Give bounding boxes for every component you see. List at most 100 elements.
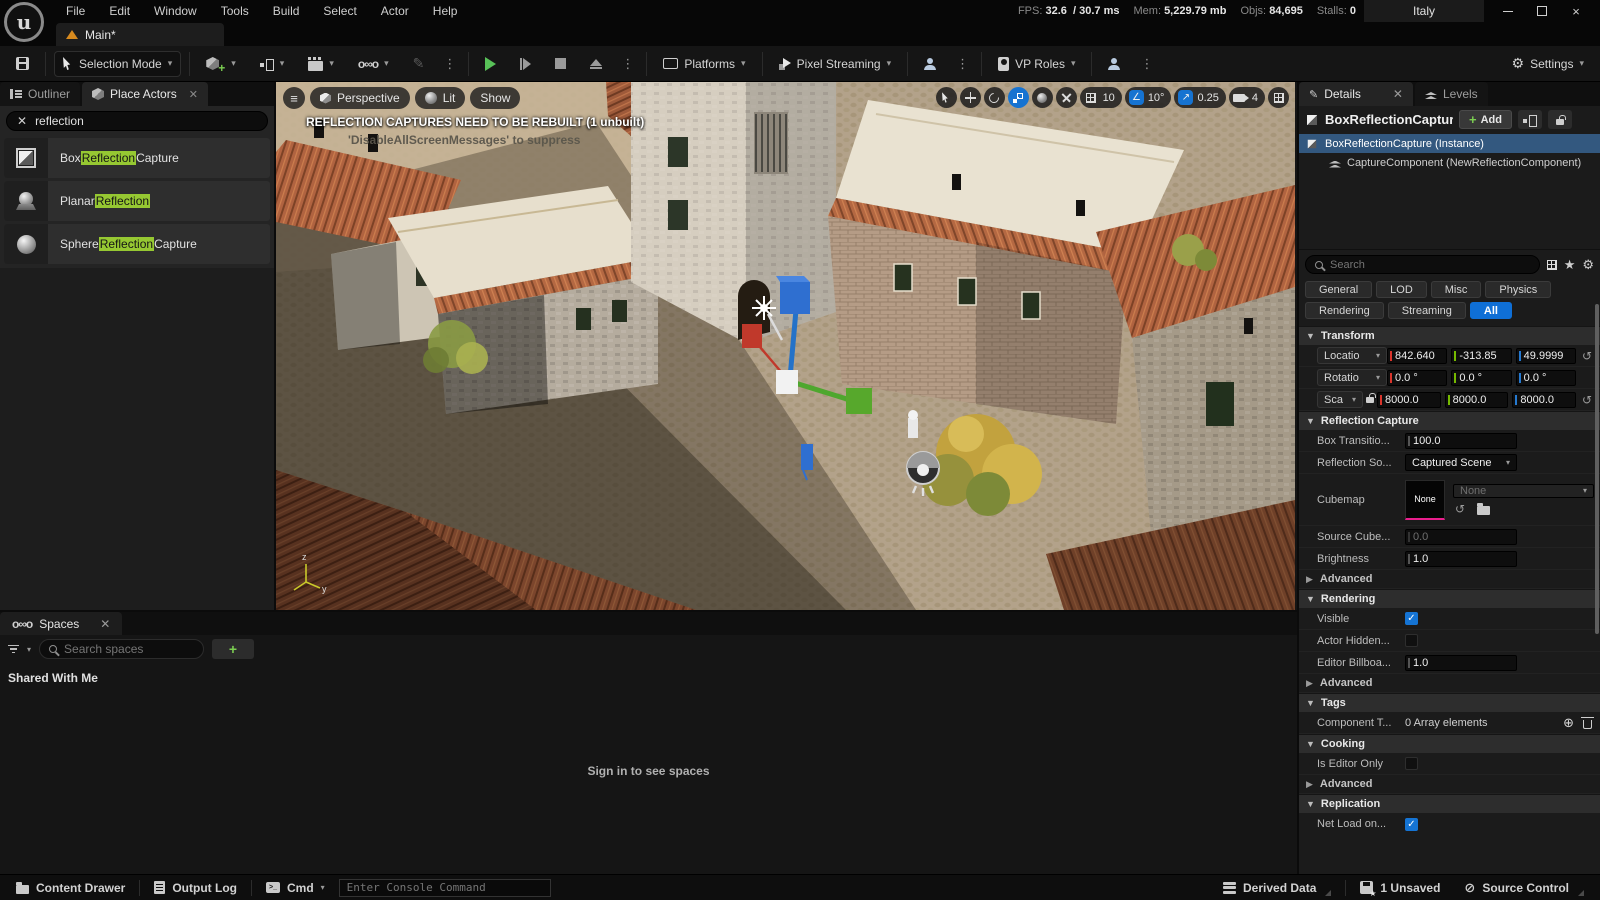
toolbar-overflow-menu[interactable]: ⋮ — [440, 56, 460, 72]
search-input[interactable] — [35, 114, 235, 128]
details-search-input[interactable] — [1330, 259, 1460, 271]
save-button[interactable] — [8, 51, 37, 77]
remote-session-options-menu[interactable]: ⋮ — [1137, 56, 1157, 72]
menu-help[interactable]: Help — [423, 2, 468, 20]
menu-edit[interactable]: Edit — [99, 2, 140, 20]
section-reflection-capture[interactable]: ▼Reflection Capture — [1299, 411, 1600, 430]
selection-mode-dropdown[interactable]: Selection Mode▾ — [54, 51, 181, 77]
display-options-icon[interactable] — [1547, 260, 1557, 270]
remote-session-button[interactable] — [1100, 51, 1129, 77]
multi-user-options-menu[interactable]: ⋮ — [953, 56, 973, 72]
output-log-button[interactable]: Output Log — [144, 875, 247, 900]
location-y-field[interactable]: -313.85 — [1451, 348, 1511, 364]
cinematics-dropdown[interactable]: ▾ — [300, 51, 342, 77]
filter-chevron-icon[interactable]: ▾ — [27, 645, 31, 654]
section-rendering[interactable]: ▼Rendering — [1299, 589, 1600, 608]
brightness-field[interactable]: 1.0 — [1405, 551, 1517, 567]
close-button[interactable]: × — [1562, 2, 1590, 20]
filter-icon[interactable] — [8, 645, 19, 654]
place-actors-search[interactable]: ✕ — [6, 111, 268, 131]
section-tags[interactable]: ▼Tags — [1299, 693, 1600, 712]
blueprint-convert-button[interactable] — [1518, 110, 1542, 129]
show-dropdown[interactable]: Show — [470, 87, 520, 109]
stop-button[interactable] — [547, 51, 574, 77]
play-options-menu[interactable]: ⋮ — [618, 56, 638, 72]
scale-snap-control[interactable]: ↗0.25 — [1174, 87, 1225, 108]
unsaved-button[interactable]: 1 Unsaved — [1350, 875, 1450, 900]
unreal-logo-icon[interactable]: u — [4, 2, 44, 42]
details-scrollbar[interactable] — [1595, 304, 1599, 634]
project-name-tab[interactable]: Italy — [1364, 0, 1484, 22]
rotation-snap-control[interactable]: ∠10° — [1125, 87, 1172, 108]
spaces-search[interactable] — [39, 639, 204, 659]
list-item-planar-reflection[interactable]: Planar Reflection — [4, 181, 270, 221]
list-item-box-reflection-capture[interactable]: Box Reflection Capture — [4, 138, 270, 178]
menu-actor[interactable]: Actor — [371, 2, 419, 20]
reflection-source-dropdown[interactable]: Captured Scene▾ — [1405, 454, 1517, 471]
net-load-checkbox[interactable]: ✓ — [1405, 818, 1418, 831]
component-tree-instance-row[interactable]: BoxReflectionCapture (Instance) — [1299, 134, 1600, 153]
pixel-streaming-dropdown[interactable]: Pixel Streaming▾ — [771, 51, 900, 77]
platforms-dropdown[interactable]: Platforms▾ — [655, 51, 753, 77]
rotation-y-field[interactable]: 0.0 ° — [1451, 370, 1511, 386]
level-tab-main[interactable]: Main* — [56, 23, 224, 46]
transform-space-button[interactable] — [1032, 87, 1053, 108]
menu-build[interactable]: Build — [263, 2, 310, 20]
filter-all[interactable]: All — [1470, 302, 1512, 319]
tab-place-actors[interactable]: Place Actors ✕ — [82, 82, 208, 106]
settings-dropdown[interactable]: ⚙Settings▾ — [1504, 51, 1592, 77]
play-button[interactable] — [477, 51, 504, 77]
box-transition-field[interactable]: 100.0 — [1405, 433, 1517, 449]
console-input[interactable] — [347, 881, 542, 894]
advanced-cooking[interactable]: ▶Advanced — [1299, 775, 1600, 794]
visible-checkbox[interactable]: ✓ — [1405, 612, 1418, 625]
source-cubemap-field[interactable]: 0.0 — [1405, 529, 1517, 545]
is-editor-only-checkbox[interactable] — [1405, 757, 1418, 770]
move-tool-button[interactable] — [960, 87, 981, 108]
tab-spaces[interactable]: o∞o Spaces ✕ — [0, 612, 122, 635]
scale-tool-button[interactable] — [1008, 87, 1029, 108]
content-drawer-button[interactable]: Content Drawer — [6, 875, 135, 900]
cubemap-thumbnail[interactable]: None — [1405, 480, 1445, 520]
scale-dropdown[interactable]: Sca▾ — [1317, 391, 1363, 408]
location-x-field[interactable]: 842.640 — [1387, 348, 1447, 364]
tab-outliner[interactable]: Outliner — [0, 82, 80, 106]
close-tab-icon[interactable]: ✕ — [189, 88, 198, 101]
reset-scale-icon[interactable]: ↺ — [1580, 393, 1594, 407]
reset-location-icon[interactable]: ↺ — [1580, 349, 1594, 363]
lock-details-button[interactable] — [1548, 110, 1572, 129]
viewport-options-menu[interactable]: ≡ — [283, 87, 305, 109]
menu-window[interactable]: Window — [144, 2, 207, 20]
console-command-bar[interactable] — [339, 879, 551, 897]
tab-levels[interactable]: Levels — [1415, 82, 1488, 106]
advanced-reflection-capture[interactable]: ▶Advanced — [1299, 570, 1600, 589]
section-replication[interactable]: ▼Replication — [1299, 794, 1600, 813]
menu-select[interactable]: Select — [313, 2, 366, 20]
details-settings-icon[interactable]: ⚙ — [1582, 257, 1594, 273]
add-component-button[interactable]: +Add — [1459, 110, 1512, 129]
filter-lod[interactable]: LOD — [1376, 281, 1427, 298]
close-details-tab-icon[interactable]: ✕ — [1393, 87, 1403, 101]
blueprints-dropdown[interactable]: ▾ — [252, 51, 293, 77]
menu-file[interactable]: File — [56, 2, 95, 20]
scale-y-field[interactable]: 8000.0 — [1445, 392, 1509, 408]
browse-asset-icon[interactable] — [1477, 506, 1490, 515]
tab-details[interactable]: ✎ Details ✕ — [1299, 82, 1413, 106]
use-selected-asset-icon[interactable]: ↺ — [1453, 502, 1467, 516]
scale-z-field[interactable]: 8000.0 — [1512, 392, 1576, 408]
scale-x-field[interactable]: 8000.0 — [1377, 392, 1441, 408]
scale-lock-icon[interactable] — [1366, 397, 1374, 403]
rotation-z-field[interactable]: 0.0 ° — [1516, 370, 1576, 386]
add-actor-dropdown[interactable]: +▾ — [198, 51, 244, 77]
clear-array-icon[interactable] — [1583, 720, 1592, 729]
maximize-viewport-button[interactable] — [1268, 87, 1289, 108]
rotate-tool-button[interactable] — [984, 87, 1005, 108]
spaces-search-input[interactable] — [64, 642, 184, 656]
filter-misc[interactable]: Misc — [1431, 281, 1482, 298]
filter-physics[interactable]: Physics — [1485, 281, 1551, 298]
rotation-dropdown[interactable]: Rotatio▾ — [1317, 369, 1387, 386]
favorites-icon[interactable]: ★ — [1564, 257, 1576, 273]
list-item-sphere-reflection-capture[interactable]: Sphere Reflection Capture — [4, 224, 270, 264]
sequencer-dropdown[interactable]: o∞o▾ — [350, 51, 397, 77]
filter-general[interactable]: General — [1305, 281, 1372, 298]
